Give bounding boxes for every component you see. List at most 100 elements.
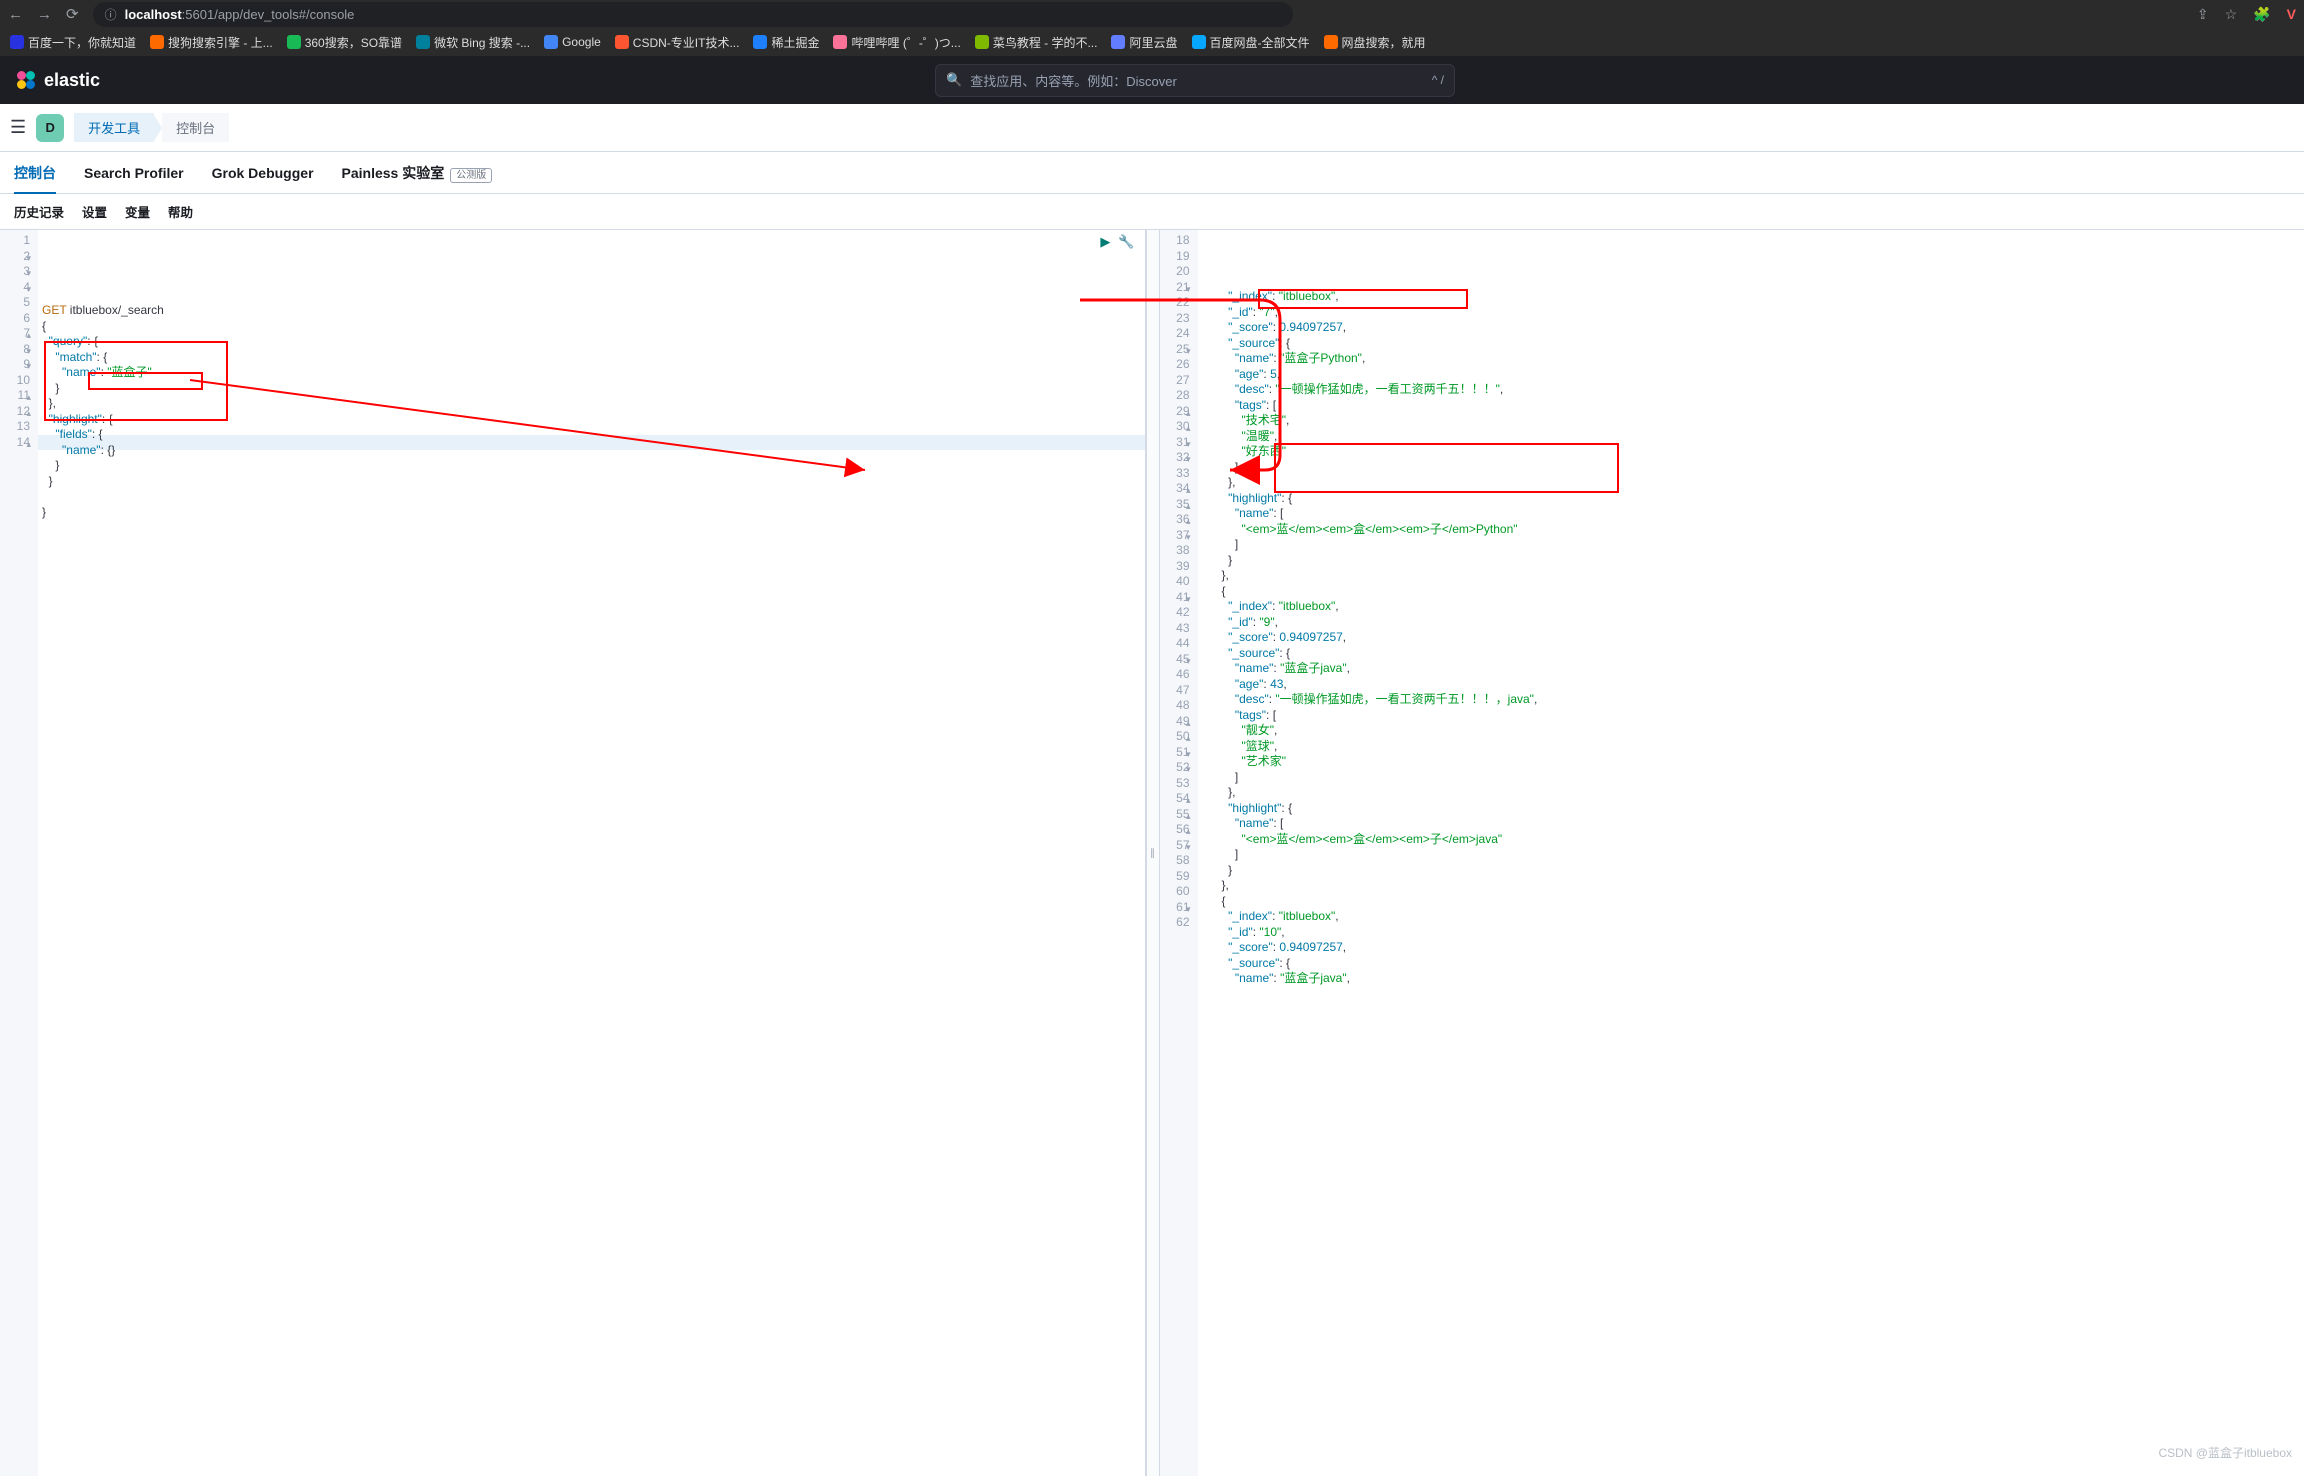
address-bar[interactable]: ⓘ localhost:5601/app/dev_tools#/console — [93, 2, 1293, 27]
favicon — [1111, 35, 1125, 49]
bookmark-item[interactable]: 阿里云盘 — [1111, 34, 1177, 51]
code-line: ] — [1198, 770, 2304, 786]
code-line: "艺术家" — [1198, 754, 2304, 770]
bookmark-label: 百度网盘-全部文件 — [1210, 34, 1310, 51]
code-line: "靓女", — [1198, 723, 2304, 739]
favicon — [1324, 35, 1338, 49]
code-line: "<em>蓝</em><em>盒</em><em>子</em>java" — [1198, 832, 2304, 848]
favicon — [10, 35, 24, 49]
code-line: "_index": "itbluebox", — [1198, 599, 2304, 615]
bookmark-item[interactable]: 百度网盘-全部文件 — [1192, 34, 1310, 51]
url-path: :5601/app/dev_tools#/console — [182, 7, 355, 22]
code-line: "match": { — [38, 350, 1145, 366]
bookmark-item[interactable]: CSDN-专业IT技术... — [615, 34, 740, 51]
favicon — [833, 35, 847, 49]
hamburger-icon[interactable]: ☰ — [10, 117, 26, 138]
code-line: "_id": "7", — [1198, 305, 2304, 321]
code-line: "好东西" — [1198, 444, 2304, 460]
code-line: } — [38, 474, 1145, 490]
tab-console[interactable]: 控制台 — [14, 153, 56, 193]
bookmark-label: 菜鸟教程 - 学的不... — [993, 34, 1098, 51]
elastic-logo[interactable]: elastic — [14, 68, 100, 92]
star-icon[interactable]: ☆ — [2225, 6, 2238, 23]
bookmark-item[interactable]: 菜鸟教程 - 学的不... — [975, 34, 1098, 51]
bookmark-item[interactable]: 微软 Bing 搜索 -... — [416, 34, 530, 51]
code-line: "tags": [ — [1198, 398, 2304, 414]
kibana-header: elastic 🔍 查找应用、内容等。例如：Discover ^ / — [0, 56, 2304, 104]
subtab-help[interactable]: 帮助 — [168, 202, 193, 221]
code-line: { — [1198, 584, 2304, 600]
reload-icon[interactable]: ⟳ — [66, 5, 79, 23]
code-line: ] — [1198, 537, 2304, 553]
code-line: "highlight": { — [38, 412, 1145, 428]
code-line: } — [38, 505, 1145, 521]
code-line: "_index": "itbluebox", — [1198, 909, 2304, 925]
tab-search-profiler[interactable]: Search Profiler — [84, 155, 184, 191]
code-line: "_id": "9", — [1198, 615, 2304, 631]
browser-toolbar: ← → ⟳ ⓘ localhost:5601/app/dev_tools#/co… — [0, 0, 2304, 28]
code-line: "name": [ — [1198, 816, 2304, 832]
brand-text: elastic — [44, 70, 100, 91]
search-shortcut: ^ / — [1432, 73, 1444, 87]
subtab-variables[interactable]: 变量 — [125, 202, 150, 221]
bookmark-item[interactable]: 稀土掘金 — [753, 34, 819, 51]
tab-painless-lab[interactable]: Painless 实验室公测版 — [342, 153, 493, 193]
response-code: "_index": "itbluebox", "_id": "7", "_sco… — [1198, 230, 2304, 1476]
bookmark-item[interactable]: Google — [544, 35, 601, 49]
watermark: CSDN @蓝盒子itbluebox — [2158, 1444, 2292, 1461]
code-line: "_id": "10", — [1198, 925, 2304, 941]
code-line: { — [1198, 894, 2304, 910]
code-line: }, — [1198, 785, 2304, 801]
beta-badge: 公测版 — [450, 168, 492, 183]
bookmark-label: 百度一下，你就知道 — [28, 34, 136, 51]
bookmark-label: 微软 Bing 搜索 -... — [434, 34, 530, 51]
response-gutter: 18192021▾22232425▾26272829▴30▴31▾32▾3334… — [1160, 230, 1198, 1476]
extensions-icon[interactable]: 🧩 — [2253, 6, 2270, 23]
back-icon[interactable]: ← — [8, 6, 23, 23]
favicon — [416, 35, 430, 49]
crumb-sep-icon — [154, 115, 162, 141]
code-line: } — [1198, 863, 2304, 879]
url-host: localhost — [125, 7, 182, 22]
bookmark-item[interactable]: 网盘搜索，就用 — [1324, 34, 1426, 51]
crumb-devtools[interactable]: 开发工具 — [74, 113, 154, 142]
bookmark-label: 阿里云盘 — [1129, 34, 1177, 51]
bookmark-item[interactable]: 360搜索，SO靠谱 — [287, 34, 402, 51]
bookmark-label: Google — [562, 35, 601, 49]
request-gutter: 12▾3▾4▾567▴8▾9▾1011▴12▴1314▴ — [0, 230, 38, 1476]
bookmark-item[interactable]: 百度一下，你就知道 — [10, 34, 136, 51]
code-line: "篮球", — [1198, 739, 2304, 755]
bookmark-item[interactable]: 哔哩哔哩 (゜-゜)つ... — [833, 34, 960, 51]
request-pane[interactable]: 12▾3▾4▾567▴8▾9▾1011▴12▴1314▴ GET itblueb… — [0, 230, 1146, 1476]
request-code[interactable]: GET itbluebox/_search{ "query": { "match… — [38, 230, 1145, 1476]
bookmark-item[interactable]: 搜狗搜索引擎 - 上... — [150, 34, 273, 51]
forward-icon[interactable]: → — [37, 6, 52, 23]
space-badge[interactable]: D — [36, 114, 64, 142]
code-line: { — [38, 319, 1145, 335]
code-line: "highlight": { — [1198, 491, 2304, 507]
play-icon[interactable]: ▶ — [1100, 234, 1110, 250]
tab-grok-debugger[interactable]: Grok Debugger — [212, 155, 314, 191]
favicon — [544, 35, 558, 49]
code-line: "age": 5, — [1198, 367, 2304, 383]
code-line: }, — [1198, 568, 2304, 584]
menu-v-icon[interactable]: V — [2287, 6, 2296, 23]
subtab-history[interactable]: 历史记录 — [14, 202, 64, 221]
wrench-icon[interactable]: 🔧 — [1118, 234, 1134, 250]
code-line: "desc": "一顿操作猛如虎，一看工资两千五！！！", — [1198, 382, 2304, 398]
code-line: "_source": { — [1198, 646, 2304, 662]
share-icon[interactable]: ⇪ — [2197, 6, 2209, 23]
code-line: "name": [ — [1198, 506, 2304, 522]
browser-actions: ⇪ ☆ 🧩 V — [2197, 6, 2296, 23]
breadcrumb: 开发工具 控制台 — [74, 113, 229, 142]
bookmark-label: 网盘搜索，就用 — [1342, 34, 1426, 51]
code-line: "name": "蓝盒子java", — [1198, 661, 2304, 677]
favicon — [753, 35, 767, 49]
pane-splitter[interactable]: ∥ — [1146, 230, 1160, 1476]
code-line: "技术宅", — [1198, 413, 2304, 429]
response-pane[interactable]: 18192021▾22232425▾26272829▴30▴31▾32▾3334… — [1160, 230, 2304, 1476]
app-search[interactable]: 🔍 查找应用、内容等。例如：Discover ^ / — [935, 64, 1455, 97]
crumb-console: 控制台 — [162, 113, 229, 142]
request-actions: ▶ 🔧 — [1100, 234, 1134, 250]
subtab-settings[interactable]: 设置 — [82, 202, 107, 221]
